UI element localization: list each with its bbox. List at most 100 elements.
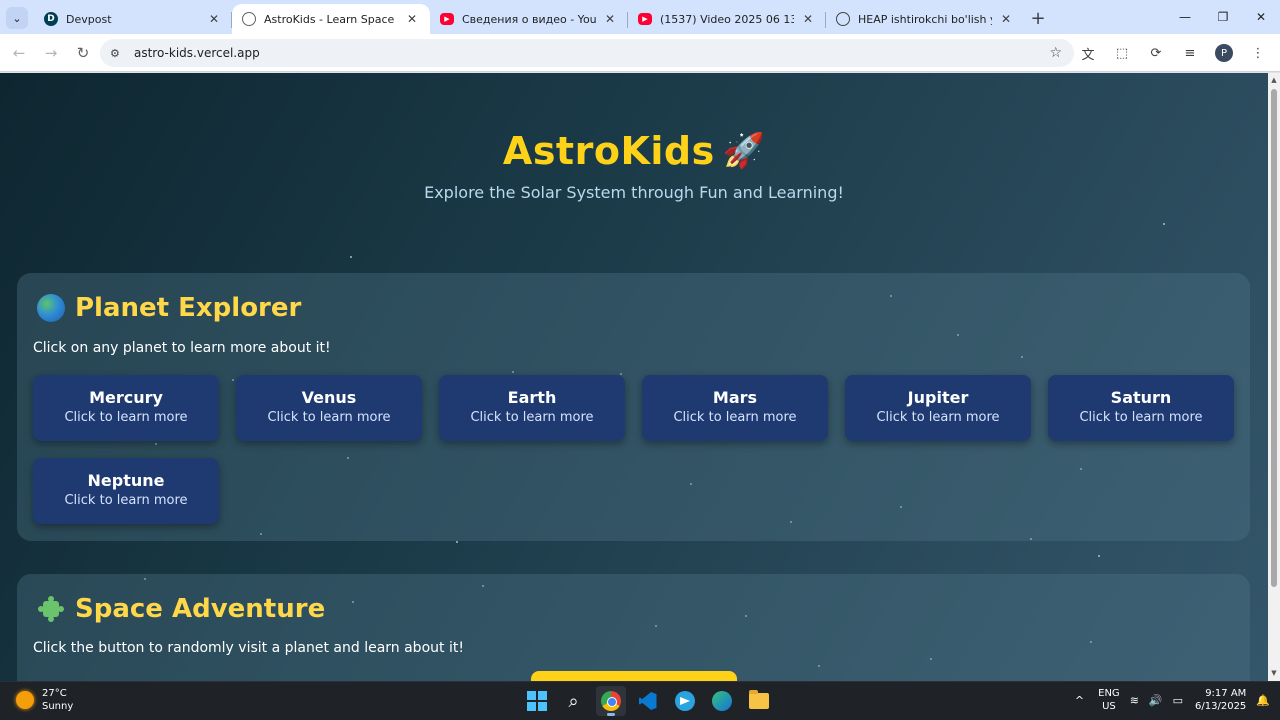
taskbar-vscode[interactable] — [633, 686, 663, 716]
tab-title: Сведения о видео - YouTube Studio — [462, 12, 596, 26]
clock-time: 9:17 AM — [1205, 688, 1247, 699]
scrollbar-thumb[interactable] — [1271, 89, 1277, 587]
star-dot — [1098, 555, 1100, 557]
language-code: ENG — [1098, 688, 1120, 699]
rocket-icon: 🚀 — [722, 131, 766, 171]
start-button[interactable] — [522, 686, 552, 716]
planet-name: Mercury — [89, 388, 163, 407]
wifi-icon[interactable]: ≋ — [1130, 694, 1139, 707]
search-icon: ⌕ — [568, 690, 579, 712]
planet-hint: Click to learn more — [64, 493, 188, 508]
planet-button-jupiter[interactable]: Jupiter Click to learn more — [845, 375, 1031, 441]
keyboard-region: US — [1102, 701, 1116, 712]
translate-icon[interactable]: 文 — [1074, 39, 1102, 67]
taskbar-edge[interactable] — [707, 686, 737, 716]
new-tab-button[interactable]: + — [1024, 4, 1052, 32]
back-button[interactable]: ← — [4, 38, 34, 68]
planet-explorer-description: Click on any planet to learn more about … — [33, 340, 331, 356]
maximize-button[interactable]: ❐ — [1204, 0, 1242, 34]
heap-favicon-icon — [836, 12, 850, 26]
tab-close-icon[interactable]: ✕ — [998, 12, 1014, 26]
planet-hint: Click to learn more — [470, 410, 594, 425]
scroll-up-arrow-icon[interactable]: ▲ — [1270, 76, 1278, 84]
taskbar-search-button[interactable]: ⌕ — [559, 686, 589, 716]
planet-button-venus[interactable]: Venus Click to learn more — [236, 375, 422, 441]
minimize-button[interactable]: — — [1166, 0, 1204, 34]
planet-hint: Click to learn more — [1079, 410, 1203, 425]
random-planet-button[interactable] — [531, 671, 737, 681]
language-indicator[interactable]: ENG US — [1098, 687, 1120, 713]
reload-button[interactable]: ↻ — [68, 38, 98, 68]
system-clock[interactable]: 9:17 AM 6/13/2025 — [1195, 687, 1246, 713]
tab-youtube-video[interactable]: ▶ (1537) Video 2025 06 13 091234 ✕ — [628, 4, 826, 34]
tab-devpost[interactable]: D Devpost ✕ — [34, 4, 232, 34]
planet-explorer-heading: Planet Explorer — [37, 293, 301, 323]
planet-button-mercury[interactable]: Mercury Click to learn more — [33, 375, 219, 441]
profile-avatar[interactable]: P — [1210, 39, 1238, 67]
planet-button-saturn[interactable]: Saturn Click to learn more — [1048, 375, 1234, 441]
chrome-icon — [600, 691, 621, 711]
star-dot — [350, 256, 352, 258]
profile-initial: P — [1215, 44, 1233, 62]
hero-title-row: AstroKids 🚀 — [0, 129, 1268, 173]
tab-close-icon[interactable]: ✕ — [800, 12, 816, 26]
menu-icon[interactable]: ⋮ — [1244, 39, 1272, 67]
taskbar-file-explorer[interactable] — [744, 686, 774, 716]
devpost-favicon-icon: D — [44, 12, 58, 26]
windows-logo-icon — [526, 691, 547, 711]
planet-explorer-heading-text: Planet Explorer — [75, 293, 302, 323]
page-viewport: AstroKids 🚀 Explore the Solar System thro… — [0, 73, 1268, 681]
star-dot — [1163, 223, 1165, 225]
windows-taskbar: 27°C Sunny ⌕ ^ ENG US ≋ 🔊 ▭ 9:17 AM 6/13… — [0, 681, 1280, 720]
weather-text: 27°C Sunny — [42, 687, 73, 713]
sun-icon — [16, 691, 34, 709]
planet-name: Earth — [507, 388, 557, 407]
notification-bell-icon[interactable]: 🔔 — [1256, 694, 1270, 707]
window-controls: — ❐ ✕ — [1166, 0, 1280, 34]
tray-overflow-chevron-icon[interactable]: ^ — [1075, 694, 1084, 707]
battery-icon[interactable]: ▭ — [1173, 694, 1183, 707]
weather-widget[interactable]: 27°C Sunny — [16, 687, 73, 713]
page-scrollbar[interactable]: ▲ ▼ — [1268, 73, 1280, 681]
telegram-icon — [674, 691, 695, 711]
site-title: AstroKids — [502, 129, 715, 173]
url-text: astro-kids.vercel.app — [134, 46, 260, 60]
youtube-favicon-icon: ▶ — [440, 13, 454, 25]
sync-icon[interactable]: ⟳ — [1142, 39, 1170, 67]
tab-youtube-studio[interactable]: ▶ Сведения о видео - YouTube Studio ✕ — [430, 4, 628, 34]
tab-close-icon[interactable]: ✕ — [602, 12, 618, 26]
planet-button-mars[interactable]: Mars Click to learn more — [642, 375, 828, 441]
toolbar-icons: 文 ⬚ ⟳ ≡ P ⋮ — [1068, 39, 1272, 67]
extensions-icon[interactable]: ⬚ — [1108, 39, 1136, 67]
address-bar[interactable]: ⚙ astro-kids.vercel.app ☆ — [100, 39, 1074, 67]
close-window-button[interactable]: ✕ — [1242, 0, 1280, 34]
space-adventure-heading: Space Adventure — [37, 594, 325, 624]
planet-button-earth[interactable]: Earth Click to learn more — [439, 375, 625, 441]
globe-favicon-icon — [242, 12, 256, 26]
tab-close-icon[interactable]: ✕ — [206, 12, 222, 26]
scroll-down-arrow-icon[interactable]: ▼ — [1270, 669, 1278, 677]
planet-button-neptune[interactable]: Neptune Click to learn more — [33, 458, 219, 524]
planet-hint: Click to learn more — [64, 410, 188, 425]
bookmark-star-icon[interactable]: ☆ — [1049, 45, 1062, 61]
planet-name: Mars — [712, 388, 758, 407]
tab-heap[interactable]: HEAP ishtirokchi bo'lish yordamida ✕ — [826, 4, 1024, 34]
planet-hint: Click to learn more — [267, 410, 391, 425]
planet-name: Saturn — [1110, 388, 1172, 407]
tab-search-icon[interactable]: ⌄ — [6, 7, 28, 29]
youtube-favicon-icon: ▶ — [638, 13, 652, 25]
forward-button[interactable]: → — [36, 38, 66, 68]
planet-hint: Click to learn more — [673, 410, 797, 425]
vscode-icon — [638, 692, 657, 710]
tab-astrokids[interactable]: AstroKids - Learn Space ✕ — [232, 4, 430, 34]
edge-icon — [711, 691, 732, 711]
site-subtitle: Explore the Solar System through Fun and… — [424, 183, 844, 202]
volume-icon[interactable]: 🔊 — [1149, 694, 1163, 707]
planet-name: Venus — [301, 388, 357, 407]
taskbar-chrome[interactable] — [595, 686, 626, 716]
media-control-icon[interactable]: ≡ — [1176, 39, 1204, 67]
taskbar-telegram[interactable] — [670, 686, 700, 716]
hero-header: AstroKids 🚀 Explore the Solar System thro… — [0, 129, 1268, 202]
tab-close-icon[interactable]: ✕ — [404, 12, 420, 26]
site-info-icon[interactable]: ⚙ — [110, 47, 128, 60]
